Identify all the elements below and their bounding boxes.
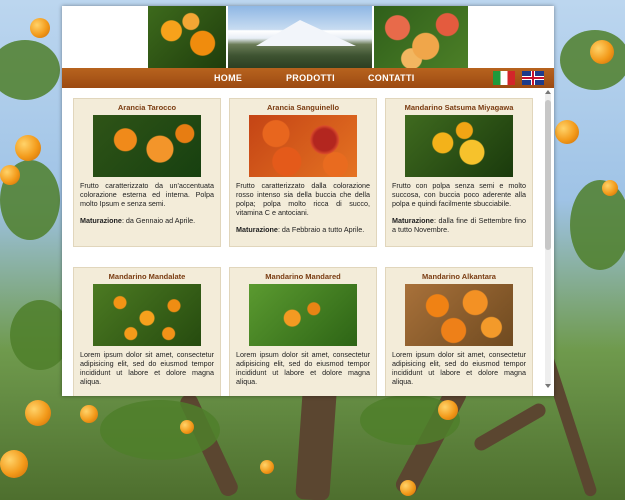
page-container: HOME PRODOTTI CONTATTI Arancia Tarocco F… [62, 6, 554, 396]
product-title: Mandarino Satsuma Miyagawa [404, 103, 514, 112]
product-card: Mandarino Mandared Lorem ipsum dolor sit… [229, 267, 377, 396]
product-description: Frutto caratterizzato dalla colorazione … [236, 181, 370, 217]
product-title: Arancia Tarocco [117, 103, 177, 112]
product-description: Frutto con polpa senza semi e molto succ… [392, 181, 526, 208]
scroll-down-icon[interactable] [545, 384, 551, 388]
banner-etna-image [228, 6, 372, 68]
nav-products[interactable]: PRODOTTI [286, 73, 335, 83]
header-banner [148, 6, 468, 68]
product-photo [93, 284, 201, 346]
product-ripening: Maturazione: da Febbraio a tutto Aprile. [236, 225, 365, 234]
nav-home[interactable]: HOME [214, 73, 242, 83]
product-photo [249, 115, 357, 177]
nav-contacts[interactable]: CONTATTI [368, 73, 415, 83]
flag-italy-icon[interactable] [493, 71, 515, 85]
products-grid: Arancia Tarocco Frutto caratterizzato da… [62, 92, 554, 396]
product-title: Mandarino Mandalate [108, 272, 186, 281]
product-ripening: Maturazione: da Gennaio ad Aprile. [80, 216, 196, 225]
product-card: Arancia Tarocco Frutto caratterizzato da… [73, 98, 221, 247]
product-title: Mandarino Alkantara [422, 272, 496, 281]
product-card: Mandarino Satsuma Miyagawa Frutto con po… [385, 98, 533, 247]
main-navbar: HOME PRODOTTI CONTATTI [62, 68, 554, 88]
banner-oranges-image [148, 6, 226, 68]
banner-fruit-image [374, 6, 468, 68]
product-description: Lorem ipsum dolor sit amet, consectetur … [80, 350, 214, 386]
product-title: Arancia Sanguinello [266, 103, 340, 112]
product-ripening: Maturazione: dalla fine di Settembre fin… [392, 216, 526, 234]
product-photo [405, 284, 513, 346]
product-card: Mandarino Mandalate Lorem ipsum dolor si… [73, 267, 221, 396]
flag-uk-icon[interactable] [522, 71, 544, 85]
product-photo [249, 284, 357, 346]
scroll-up-icon[interactable] [545, 90, 551, 94]
product-description: Lorem ipsum dolor sit amet, consectetur … [236, 350, 370, 386]
scrollbar-thumb[interactable] [545, 100, 551, 250]
product-description: Lorem ipsum dolor sit amet, consectetur … [392, 350, 526, 386]
product-photo [93, 115, 201, 177]
content-scrollbar[interactable] [545, 90, 551, 388]
product-photo [405, 115, 513, 177]
product-card: Arancia Sanguinello Frutto caratterizzat… [229, 98, 377, 247]
product-card: Mandarino Alkantara Lorem ipsum dolor si… [385, 267, 533, 396]
product-title: Mandarino Mandared [265, 272, 341, 281]
product-description: Frutto caratterizzato da un'accentuata c… [80, 181, 214, 208]
